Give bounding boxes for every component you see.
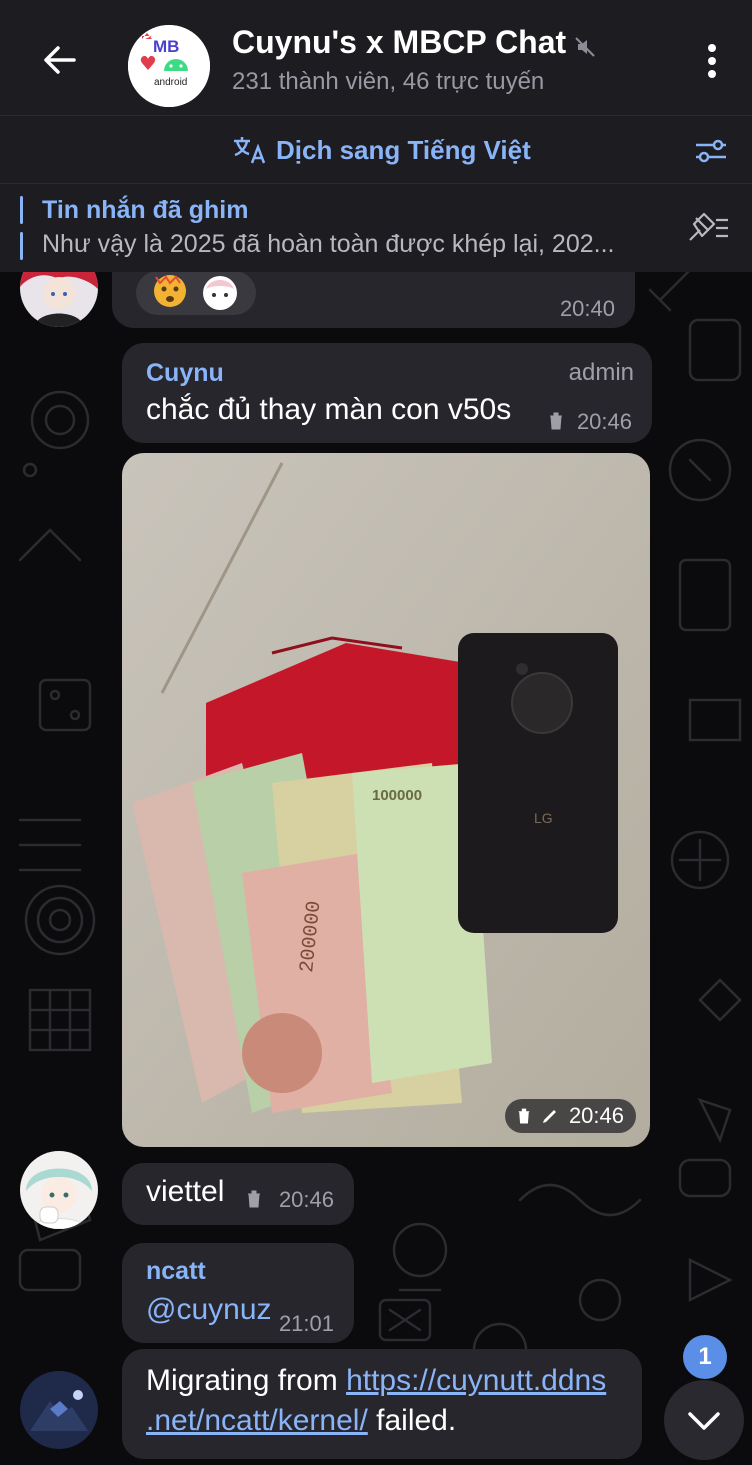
message-text: Migrating from https://cuynutt.ddns .net… [146,1361,646,1441]
translate-bar: Dịch sang Tiếng Việt [0,115,752,184]
message-bubble[interactable]: 20:40 [112,271,635,328]
admin-badge: admin [568,359,634,386]
sender-avatar[interactable] [20,1371,98,1449]
chevron-down-icon [688,1412,720,1430]
photo-message[interactable]: 100000 200000 LG 20:46 [122,453,650,1147]
edited-icon [542,1110,556,1123]
svg-text:MB: MB [153,37,179,56]
message-list[interactable]: 20:40 Cuynu admin chắc đủ thay màn con v… [0,249,752,1459]
message-bubble[interactable]: Cuynu admin chắc đủ thay màn con v50s 20… [122,343,652,443]
svg-text:100000: 100000 [372,787,422,804]
unread-count-badge: 1 [683,1335,727,1379]
pin-list-icon[interactable] [686,210,730,246]
message-time: 20:46 [278,1187,334,1212]
message-text: viettel [146,1175,225,1208]
member-count: 231 thành viên, 46 trực tuyến [232,68,545,95]
reactions[interactable] [136,271,256,315]
mention-link[interactable]: @cuynuz [146,1293,272,1327]
delete-timer-icon [518,1108,530,1124]
photo-meta: 20:46 [504,1099,636,1133]
sender-name[interactable]: Cuynu [146,359,224,388]
delete-timer-icon [548,411,564,436]
more-options-icon[interactable] [700,40,724,82]
pinned-text: Như vậy là 2025 đã hoàn toàn được khép l… [42,230,615,258]
chat-header: MB android Cuynu's x MBCP Chat 231 thành… [0,0,752,115]
message-bubble[interactable]: viettel 20:46 [122,1163,354,1225]
kernel-link-continued[interactable]: .net/ncatt/kernel/ [146,1404,368,1437]
photo-image[interactable]: 100000 200000 LG [122,453,650,1147]
back-arrow-icon[interactable] [40,40,80,80]
pinned-title: Tin nhắn đã ghim [42,196,249,224]
message-time: 20:46 [568,1103,624,1128]
sender-name[interactable]: ncatt [146,1257,206,1286]
svg-text:LG: LG [534,810,553,826]
pinned-indicator [20,196,24,262]
sender-avatar[interactable] [20,1151,98,1229]
chat-title[interactable]: Cuynu's x MBCP Chat [232,24,566,61]
message-bubble[interactable]: Migrating from https://cuynutt.ddns .net… [122,1349,642,1459]
message-time: 20:40 [559,296,615,321]
translate-label: Dịch sang Tiếng Việt [276,134,531,165]
translate-settings-icon[interactable] [694,136,728,166]
group-avatar[interactable]: MB android [128,25,210,107]
pinned-message-bar[interactable]: Tin nhắn đã ghim Như vậy là 2025 đã hoàn… [0,183,752,272]
translate-button[interactable]: Dịch sang Tiếng Việt [232,130,531,170]
message-text-prefix: Migrating from [146,1364,347,1397]
message-text: chắc đủ thay màn con v50s [146,393,512,426]
message-time: 21:01 [278,1311,334,1336]
translate-icon [234,137,266,164]
message-bubble[interactable]: ncatt @cuynuz 21:01 [122,1243,354,1343]
svg-text:android: android [154,77,187,88]
muted-icon [574,36,596,58]
message-text-suffix: failed. [367,1404,457,1437]
kernel-link[interactable]: https://cuynutt.ddns [346,1364,606,1397]
scroll-to-bottom-button[interactable] [664,1380,744,1460]
message-time: 20:46 [576,409,632,434]
delete-timer-icon [246,1189,262,1214]
